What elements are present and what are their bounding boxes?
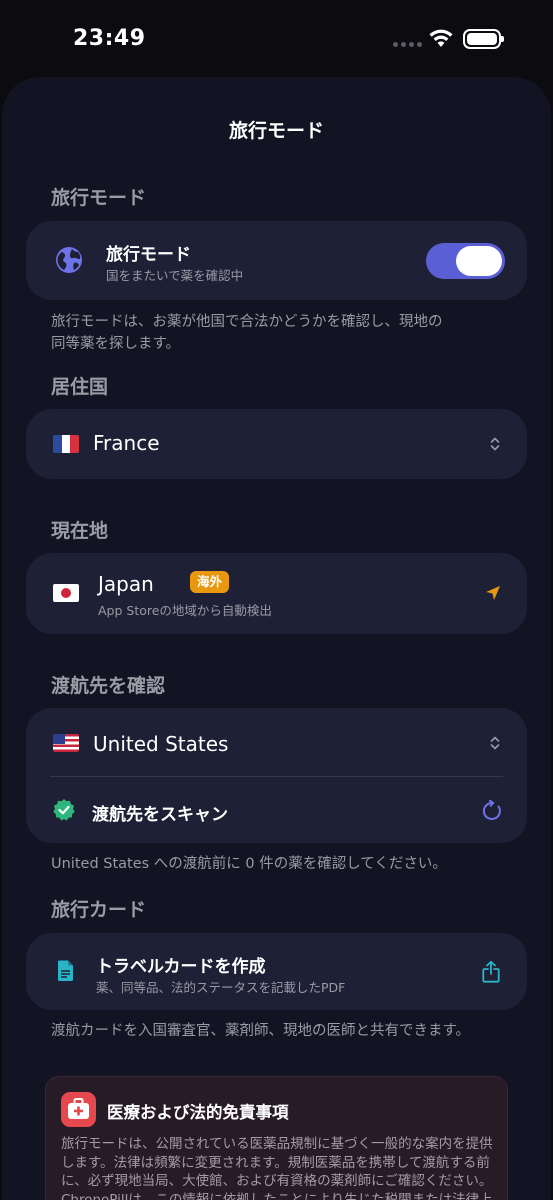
toggle-knob (456, 246, 502, 276)
travel-mode-label: 旅行モード (106, 245, 191, 265)
scan-destination-label: 渡航先をスキャン (92, 805, 228, 825)
status-time: 23:49 (73, 26, 146, 51)
create-travel-card-label: トラベルカードを作成 (96, 957, 266, 977)
residence-country-picker[interactable]: France (26, 409, 527, 479)
refresh-icon (482, 800, 501, 820)
travel-mode-footnote-line2: 同等薬を探します。 (51, 336, 181, 352)
disclaimer-line: します。法律は頻繁に変更されます。規制医薬品を携帯して渡航する前 (61, 1154, 490, 1171)
destination-country-picker[interactable]: United States (26, 708, 527, 776)
disclaimer-line: ChronoPillは、この情報に依拠したことにより生じた税関または法律上の (61, 1191, 493, 1200)
destination-card: United States 渡航先をスキャン (26, 708, 527, 843)
destination-footnote: United States への渡航前に 0 件の薬を確認してください。 (51, 856, 447, 872)
current-location-card: Japan 海外 App Storeの地域から自動検出 (26, 553, 527, 634)
page-title: 旅行モード (228, 120, 324, 142)
travel-card-section-header: 旅行カード (51, 899, 147, 921)
travel-card-footnote: 渡航カードを入国審査官、薬剤師、現地の医師と共有できます。 (51, 1023, 471, 1039)
battery-icon (463, 29, 504, 49)
status-bar: 23:49 (0, 0, 553, 80)
disclaimer-body: 旅行モードは、公開されている医薬品規制に基づく一般的な案内を提供 します。法律は… (61, 1135, 501, 1200)
signal-dots-icon (393, 42, 422, 47)
disclaimer-card: 医療および法的免責事項 旅行モードは、公開されている医薬品規制に基づく一般的な案… (45, 1076, 508, 1200)
chevron-up-down-icon (490, 437, 500, 451)
destination-section-header: 渡航先を確認 (51, 675, 166, 697)
share-icon (482, 961, 500, 983)
create-travel-card-button[interactable]: トラベルカードを作成 薬、同等品、法的ステータスを記載したPDF (26, 933, 527, 1010)
travel-mode-toggle[interactable] (426, 243, 505, 279)
residence-section-header: 居住国 (51, 376, 109, 398)
residence-country-name: France (93, 431, 160, 455)
disclaimer-line: に、必ず現地当局、大使館、および有資格の薬剤師にご確認ください。 (61, 1173, 493, 1189)
france-flag-icon (53, 435, 79, 453)
verified-check-icon (53, 799, 75, 821)
travel-mode-card: 旅行モード 国をまたいで薬を確認中 (26, 221, 527, 300)
create-travel-card-subtitle: 薬、同等品、法的ステータスを記載したPDF (96, 980, 346, 995)
current-location-subtitle: App Storeの地域から自動検出 (98, 603, 272, 618)
wifi-icon (429, 29, 453, 47)
disclaimer-line: 旅行モードは、公開されている医薬品規制に基づく一般的な案内を提供 (61, 1136, 493, 1152)
chevron-up-down-icon (490, 736, 500, 750)
destination-country-name: United States (93, 732, 229, 756)
disclaimer-title: 医療および法的免責事項 (107, 1103, 289, 1122)
travel-mode-status: 国をまたいで薬を確認中 (106, 268, 244, 283)
document-icon (58, 960, 73, 981)
scan-destination-button[interactable]: 渡航先をスキャン (26, 777, 527, 843)
travel-mode-footnote-line1: 旅行モードは、お薬が他国で合法かどうかを確認し、現地の (51, 314, 443, 330)
travel-mode-section-header: 旅行モード (51, 187, 147, 209)
current-country-name: Japan (98, 572, 154, 596)
medical-kit-icon (61, 1092, 96, 1127)
globe-icon (56, 247, 82, 273)
current-location-section-header: 現在地 (51, 520, 109, 542)
location-arrow-icon (486, 586, 500, 600)
japan-flag-icon (53, 584, 79, 602)
abroad-badge: 海外 (190, 571, 230, 593)
